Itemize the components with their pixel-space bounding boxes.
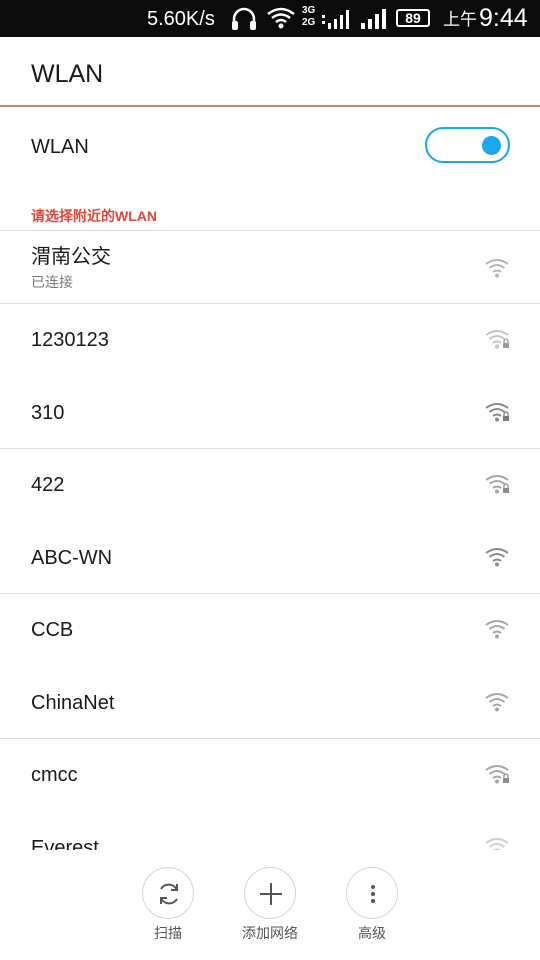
network-item[interactable]: ABC-WN: [0, 522, 540, 594]
network-item[interactable]: 1230123: [0, 304, 540, 376]
wifi-signal-icon: [485, 259, 509, 278]
plus-icon: [260, 883, 282, 905]
network-speed: 5.60K/s: [147, 8, 215, 30]
title-bar: WLAN: [0, 37, 540, 107]
wifi-locked-icon: [485, 475, 509, 494]
network-name: 310: [31, 402, 65, 424]
wifi-locked-icon: [485, 330, 509, 349]
signal-sim1-icon: [322, 10, 349, 29]
network-item[interactable]: 310: [0, 377, 540, 449]
network-name: 422: [31, 474, 65, 496]
network-type-3g: 3G: [302, 5, 316, 16]
headphones-icon: [232, 7, 256, 30]
network-name: CCB: [31, 619, 74, 641]
network-item[interactable]: Everest: [0, 812, 540, 850]
network-name: Everest: [31, 837, 99, 850]
status-clock: 9:44: [479, 4, 528, 32]
scan-button[interactable]: 扫描: [123, 867, 213, 942]
wlan-switch[interactable]: [425, 127, 510, 163]
network-status: 已连接: [31, 274, 73, 290]
signal-sim2-icon: [361, 9, 386, 29]
network-name: 1230123: [31, 329, 109, 351]
network-name: ABC-WN: [31, 547, 113, 569]
network-type-2g: 2G: [302, 17, 316, 28]
add-network-label: 添加网络: [242, 925, 298, 941]
network-name: ChinaNet: [31, 692, 115, 714]
scan-label: 扫描: [154, 925, 182, 941]
wifi-locked-icon: [485, 765, 509, 784]
network-item[interactable]: CCB: [0, 594, 540, 666]
add-network-button-circle[interactable]: [244, 867, 296, 919]
add-network-button[interactable]: 添加网络: [225, 867, 315, 942]
network-name: cmcc: [31, 764, 78, 786]
wifi-signal-icon: [485, 838, 509, 850]
battery-indicator: 89: [396, 9, 430, 27]
network-item[interactable]: 渭南公交 已连接: [0, 231, 540, 303]
bottom-action-bar: 扫描 添加网络 高级: [0, 850, 540, 960]
network-item[interactable]: cmcc: [0, 739, 540, 811]
scan-button-circle[interactable]: [142, 867, 194, 919]
advanced-button-circle[interactable]: [346, 867, 398, 919]
section-header: 请选择附近的WLAN: [31, 208, 157, 224]
time-period: 上午: [443, 10, 477, 29]
wifi-status-icon: [267, 7, 295, 29]
wlan-toggle-row[interactable]: WLAN: [0, 109, 540, 183]
status-bar: 5.60K/s 3G 2G 89 上午 9:44: [0, 0, 540, 37]
wifi-locked-icon: [485, 403, 509, 422]
network-item[interactable]: 422: [0, 449, 540, 521]
network-list[interactable]: 渭南公交 已连接 1230123 310 422 ABC-WN CCB Chin…: [0, 231, 540, 850]
wlan-switch-knob: [482, 136, 501, 155]
network-item[interactable]: ChinaNet: [0, 667, 540, 739]
wifi-signal-icon: [485, 620, 509, 639]
page-title: WLAN: [31, 60, 104, 88]
advanced-label: 高级: [358, 925, 386, 941]
wifi-signal-icon: [485, 548, 509, 567]
refresh-icon: [160, 883, 178, 905]
wifi-signal-icon: [485, 693, 509, 712]
network-name: 渭南公交: [31, 246, 111, 268]
wlan-toggle-label: WLAN: [31, 136, 89, 158]
advanced-button[interactable]: 高级: [327, 867, 417, 942]
more-vertical-icon: [371, 885, 375, 903]
